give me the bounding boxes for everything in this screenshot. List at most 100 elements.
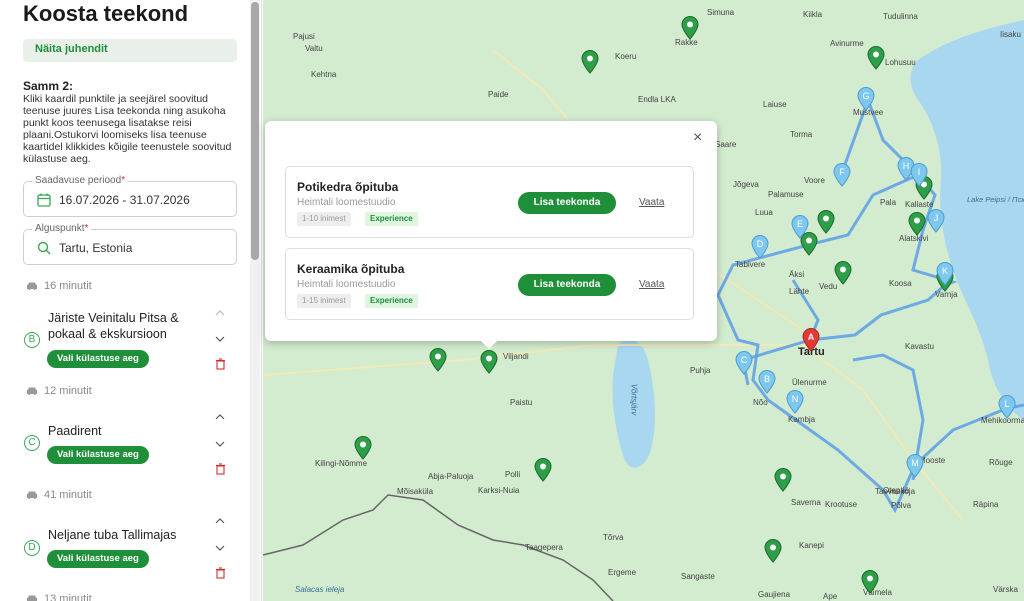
map-label: Koeru xyxy=(615,52,637,61)
sidebar-scrollbar[interactable] xyxy=(250,0,260,601)
service-pin[interactable] xyxy=(764,539,782,563)
move-up-icon[interactable] xyxy=(214,516,226,526)
route-marker[interactable]: L xyxy=(998,395,1016,419)
start-point-value: Tartu, Estonia xyxy=(59,241,133,255)
service-card: Potikedra õpituba Heimtali loomestuudio … xyxy=(285,166,694,238)
map-label: Gaujiena xyxy=(758,590,791,599)
service-provider: Heimtali loomestuudio xyxy=(297,197,396,208)
map-label: Põlva xyxy=(891,501,912,510)
stop-letter: D xyxy=(24,540,40,556)
map-label: Jõgeva xyxy=(733,180,759,189)
travel-time-text: 12 minutit xyxy=(44,385,92,397)
category-badge: Experience xyxy=(365,212,418,226)
service-pin[interactable] xyxy=(861,570,879,594)
svg-text:G: G xyxy=(862,91,869,101)
add-to-route-button[interactable]: Lisa teekonda xyxy=(518,274,616,296)
view-link[interactable]: Vaata xyxy=(639,197,664,208)
map-label: Polli xyxy=(505,470,521,479)
map-label: Palamuse xyxy=(768,190,804,199)
service-pin[interactable] xyxy=(429,348,447,372)
view-link[interactable]: Vaata xyxy=(639,279,664,290)
map-label: Simuna xyxy=(707,8,735,17)
route-marker[interactable]: B xyxy=(758,370,776,394)
svg-text:J: J xyxy=(934,213,939,223)
map-label: Tabivere xyxy=(735,260,766,269)
service-pin[interactable] xyxy=(480,350,498,374)
select-visit-time-button[interactable]: Vali külastuse aeg xyxy=(47,350,149,368)
travel-time-text: 41 minutit xyxy=(44,489,92,501)
map-label: Tõrva xyxy=(603,533,624,542)
move-down-icon[interactable] xyxy=(214,334,226,344)
route-marker[interactable]: N xyxy=(786,390,804,414)
add-to-route-button[interactable]: Lisa teekonda xyxy=(518,192,616,214)
start-point-field[interactable]: Alguspunkt* Tartu, Estonia xyxy=(23,223,237,265)
svg-text:M: M xyxy=(911,458,919,468)
stop-name: Paadirent xyxy=(48,424,102,438)
close-icon[interactable]: × xyxy=(693,129,702,147)
map-label: Kambja xyxy=(788,415,816,424)
delete-icon[interactable] xyxy=(215,567,226,579)
map-label: Mõisaküla xyxy=(397,487,434,496)
route-marker[interactable]: K xyxy=(936,262,954,286)
svg-text:L: L xyxy=(1004,399,1009,409)
route-marker[interactable]: C xyxy=(735,351,753,375)
map-label: Äksi xyxy=(789,270,805,279)
map-label: Lähte xyxy=(789,287,810,296)
move-down-icon[interactable] xyxy=(214,543,226,553)
search-icon xyxy=(37,241,51,255)
service-pin[interactable] xyxy=(774,468,792,492)
car-icon xyxy=(27,595,37,601)
service-pin[interactable] xyxy=(867,46,885,70)
service-pin[interactable] xyxy=(534,458,552,482)
svg-text:K: K xyxy=(942,266,948,276)
service-pin[interactable] xyxy=(908,212,926,236)
route-marker[interactable]: E xyxy=(791,215,809,239)
route-marker[interactable]: D xyxy=(751,235,769,259)
step-description: Kliki kaardil punktile ja seejärel soovi… xyxy=(23,93,232,165)
map-label: Kallaste xyxy=(905,200,934,209)
service-name: Potikedra õpituba xyxy=(297,180,399,194)
select-visit-time-button[interactable]: Vali külastuse aeg xyxy=(47,446,149,464)
move-up-icon[interactable] xyxy=(214,308,226,318)
svg-text:N: N xyxy=(792,394,799,404)
service-pin[interactable] xyxy=(681,16,699,40)
route-marker[interactable]: M xyxy=(906,454,924,478)
delete-icon[interactable] xyxy=(215,463,226,475)
travel-time: 13 minutit xyxy=(26,593,92,601)
service-pin[interactable] xyxy=(834,261,852,285)
map-label: Kanepi xyxy=(799,541,824,550)
sidebar: Koosta teekond Näita juhendit Samm 2: Kl… xyxy=(0,0,262,601)
map-label: Lohusuu xyxy=(885,58,916,67)
route-marker[interactable]: I xyxy=(910,163,928,187)
stop-name: Neljane tuba Tallimajas xyxy=(48,528,177,542)
service-card: Keraamika õpituba Heimtali loomestuudio … xyxy=(285,248,694,320)
map-label: Saverna xyxy=(791,498,821,507)
car-icon xyxy=(27,282,37,290)
move-up-icon[interactable] xyxy=(214,412,226,422)
map-label: Tudulinna xyxy=(883,12,918,21)
route-marker[interactable]: J xyxy=(927,209,945,233)
route-marker-start[interactable]: A xyxy=(802,328,820,352)
svg-text:B: B xyxy=(764,374,770,384)
select-visit-time-button[interactable]: Vali külastuse aeg xyxy=(47,550,149,568)
map-label: Räpina xyxy=(973,500,999,509)
route-marker[interactable]: F xyxy=(833,163,851,187)
svg-text:A: A xyxy=(808,332,815,342)
show-instructions-button[interactable]: Näita juhendit xyxy=(23,39,237,62)
service-pin[interactable] xyxy=(581,50,599,74)
service-pin[interactable] xyxy=(817,210,835,234)
map-label: Saare xyxy=(715,140,737,149)
map-label: Luua xyxy=(755,208,773,217)
period-field[interactable]: Saadavuse periood* 16.07.2026 - 31.07.20… xyxy=(23,175,237,217)
step-title: Samm 2: xyxy=(23,79,74,93)
scrollbar-thumb[interactable] xyxy=(251,2,259,260)
service-pin[interactable] xyxy=(354,436,372,460)
map-label: Kehtna xyxy=(311,70,337,79)
car-icon xyxy=(27,387,37,395)
move-down-icon[interactable] xyxy=(214,439,226,449)
route-marker[interactable]: G xyxy=(857,87,875,111)
map-label: Paide xyxy=(488,90,509,99)
delete-icon[interactable] xyxy=(215,358,226,370)
map-label: Voore xyxy=(804,176,825,185)
period-label: Saadavuse periood xyxy=(35,175,122,186)
